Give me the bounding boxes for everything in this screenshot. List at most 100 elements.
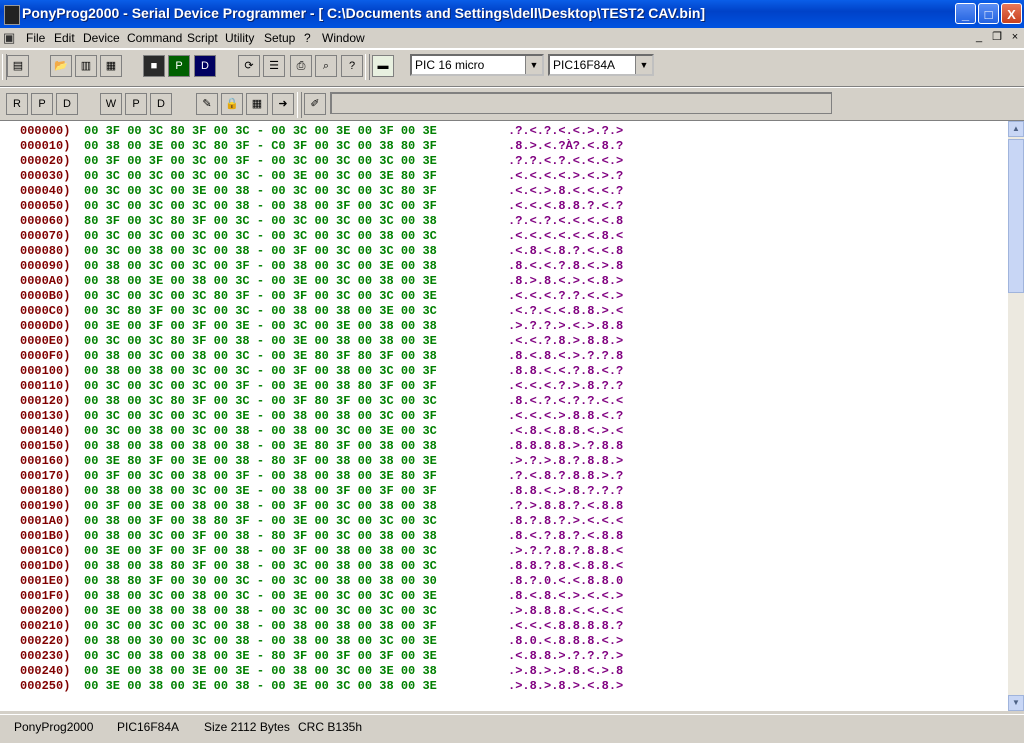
vertical-scrollbar[interactable]: ▲ ▼: [1008, 121, 1024, 711]
open-data-icon[interactable]: ▦: [100, 55, 122, 77]
status-device: PIC16F84A: [117, 720, 180, 734]
row-address: 0001A0): [20, 514, 71, 528]
row-ascii: .>.8.>.>.8.<.>.8: [508, 664, 624, 678]
row-ascii: .<.<.?.8.>.8.8.>: [508, 334, 624, 348]
row-ascii: .8.<.<.?.8.<.>.8: [508, 259, 624, 273]
row-hex-bytes: 00 3C 00 3C 00 3C 00 3E - 00 38 00 38 00…: [84, 409, 437, 423]
mdi-restore-button[interactable]: ❐: [990, 30, 1004, 44]
print-icon[interactable]: ⎙: [290, 55, 312, 77]
device-model-select[interactable]: PIC16F84A ▼: [548, 54, 654, 76]
row-hex-bytes: 00 3C 00 3C 00 3C 80 3F - 00 3F 00 3C 00…: [84, 289, 437, 303]
open-program-icon[interactable]: ▥: [75, 55, 97, 77]
chevron-down-icon[interactable]: ▼: [635, 56, 652, 74]
row-address: 0001B0): [20, 529, 71, 543]
row-address: 000090): [20, 259, 71, 273]
row-hex-bytes: 00 3F 00 3C 00 38 00 3F - 00 38 00 38 00…: [84, 469, 437, 483]
row-address: 000200): [20, 604, 71, 618]
row-ascii: .<.<.<.?.?.<.<.>: [508, 289, 624, 303]
status-size: Size 2112 Bytes: [204, 720, 290, 734]
row-address: 000010): [20, 139, 71, 153]
row-hex-bytes: 00 3C 00 3C 00 3C 00 3F - 00 3E 00 38 80…: [84, 379, 437, 393]
maximize-button[interactable]: □: [978, 3, 999, 24]
row-hex-bytes: 00 38 00 38 00 38 00 38 - 00 3E 80 3F 00…: [84, 439, 437, 453]
row-hex-bytes: 00 3C 80 3F 00 3C 00 3C - 00 38 00 38 00…: [84, 304, 437, 318]
hex-editor[interactable]: 000000) 00 3F 00 3C 80 3F 00 3C - 00 3C 0…: [0, 121, 1008, 711]
config-bits-icon[interactable]: ▦: [246, 93, 268, 115]
menu-device[interactable]: Device: [83, 31, 120, 45]
scroll-thumb[interactable]: [1008, 139, 1024, 293]
row-ascii: .8.>.<.?À?.<.8.?: [508, 139, 624, 153]
chip-icon[interactable]: ▬: [372, 55, 394, 77]
save-program-icon[interactable]: P: [168, 55, 190, 77]
erase-icon[interactable]: ✎: [196, 93, 218, 115]
menu-command[interactable]: Command: [127, 31, 182, 45]
read-all-icon[interactable]: R: [6, 93, 28, 115]
row-hex-bytes: 80 3F 00 3C 80 3F 00 3C - 00 3C 00 3C 00…: [84, 214, 437, 228]
scroll-down-icon[interactable]: ▼: [1008, 695, 1024, 711]
row-ascii: .<.<.<.8.8.?.<.?: [508, 199, 624, 213]
write-program-icon[interactable]: P: [125, 93, 147, 115]
row-hex-bytes: 00 3E 00 3F 00 3F 00 3E - 00 3C 00 3E 00…: [84, 319, 437, 333]
row-address: 0000A0): [20, 274, 71, 288]
lock-icon[interactable]: 🔒: [221, 93, 243, 115]
row-address: 000250): [20, 679, 71, 693]
menu-script[interactable]: Script: [187, 31, 218, 45]
write-data-icon[interactable]: D: [150, 93, 172, 115]
row-address: 000230): [20, 649, 71, 663]
device-family-value: PIC 16 micro: [415, 58, 485, 72]
row-ascii: .>.?.>.8.?.8.8.>: [508, 454, 624, 468]
row-ascii: .8.<.8.<.>.?.?.8: [508, 349, 624, 363]
row-ascii: .?.>.8.8.?.<.8.8: [508, 499, 624, 513]
row-ascii: .8.<.?.8.?.<.8.8: [508, 529, 624, 543]
save-icon[interactable]: ■: [143, 55, 165, 77]
menu-utility[interactable]: Utility: [225, 31, 254, 45]
row-address: 0001C0): [20, 544, 71, 558]
minimize-button[interactable]: _: [955, 3, 976, 24]
row-address: 000120): [20, 394, 71, 408]
row-hex-bytes: 00 38 00 38 80 3F 00 38 - 00 3C 00 38 00…: [84, 559, 437, 573]
read-data-icon[interactable]: D: [56, 93, 78, 115]
arrow-right-icon[interactable]: ➜: [272, 93, 294, 115]
app-icon[interactable]: [4, 5, 20, 25]
menu-edit[interactable]: Edit: [54, 31, 75, 45]
row-ascii: .>.?.?.>.<.>.8.8: [508, 319, 624, 333]
row-address: 000210): [20, 619, 71, 633]
row-address: 000140): [20, 424, 71, 438]
mdi-close-button[interactable]: ×: [1008, 30, 1022, 44]
device-family-select[interactable]: PIC 16 micro ▼: [410, 54, 544, 76]
row-hex-bytes: 00 3F 00 3C 80 3F 00 3C - 00 3C 00 3E 00…: [84, 124, 437, 138]
reload-icon[interactable]: ⟳: [238, 55, 260, 77]
menu-file[interactable]: File: [26, 31, 45, 45]
row-ascii: .8.?.8.?.>.<.<.<: [508, 514, 624, 528]
close-button[interactable]: X: [1001, 3, 1022, 24]
read-program-icon[interactable]: P: [31, 93, 53, 115]
open-icon[interactable]: 📂: [50, 55, 72, 77]
row-address: 000170): [20, 469, 71, 483]
save-data-icon[interactable]: D: [194, 55, 216, 77]
write-all-icon[interactable]: W: [100, 93, 122, 115]
title-bar: PonyProg2000 - Serial Device Programmer …: [0, 0, 1024, 28]
menu-setup[interactable]: Setup: [264, 31, 295, 45]
edit-icon[interactable]: ✐: [304, 93, 326, 115]
scroll-up-icon[interactable]: ▲: [1008, 121, 1024, 137]
document-icon[interactable]: ▣: [3, 30, 19, 46]
row-address: 000080): [20, 244, 71, 258]
row-address: 000100): [20, 364, 71, 378]
row-hex-bytes: 00 38 00 3C 00 38 00 3C - 00 3E 00 3C 00…: [84, 589, 437, 603]
row-ascii: .<.8.8.>.?.?.?.>: [508, 649, 624, 663]
new-file-icon[interactable]: ▤: [7, 55, 29, 77]
search-icon[interactable]: ⌕: [315, 55, 337, 77]
menu-window[interactable]: Window: [322, 31, 365, 45]
row-hex-bytes: 00 38 00 3E 00 3C 80 3F - C0 3F 00 3C 00…: [84, 139, 437, 153]
mdi-minimize-button[interactable]: _: [972, 30, 986, 44]
row-ascii: .<.8.<.8.8.<.>.<: [508, 424, 624, 438]
row-ascii: .>.?.?.8.?.8.8.<: [508, 544, 624, 558]
chevron-down-icon[interactable]: ▼: [525, 56, 542, 74]
row-address: 0001E0): [20, 574, 71, 588]
command-field[interactable]: [330, 92, 832, 114]
row-hex-bytes: 00 38 00 3C 00 38 00 3C - 00 3E 80 3F 80…: [84, 349, 437, 363]
row-hex-bytes: 00 3C 00 38 00 38 00 3E - 80 3F 00 3F 00…: [84, 649, 437, 663]
edit-note-icon[interactable]: ☰: [263, 55, 285, 77]
menu-help[interactable]: ?: [304, 31, 311, 45]
help-icon[interactable]: ?: [341, 55, 363, 77]
